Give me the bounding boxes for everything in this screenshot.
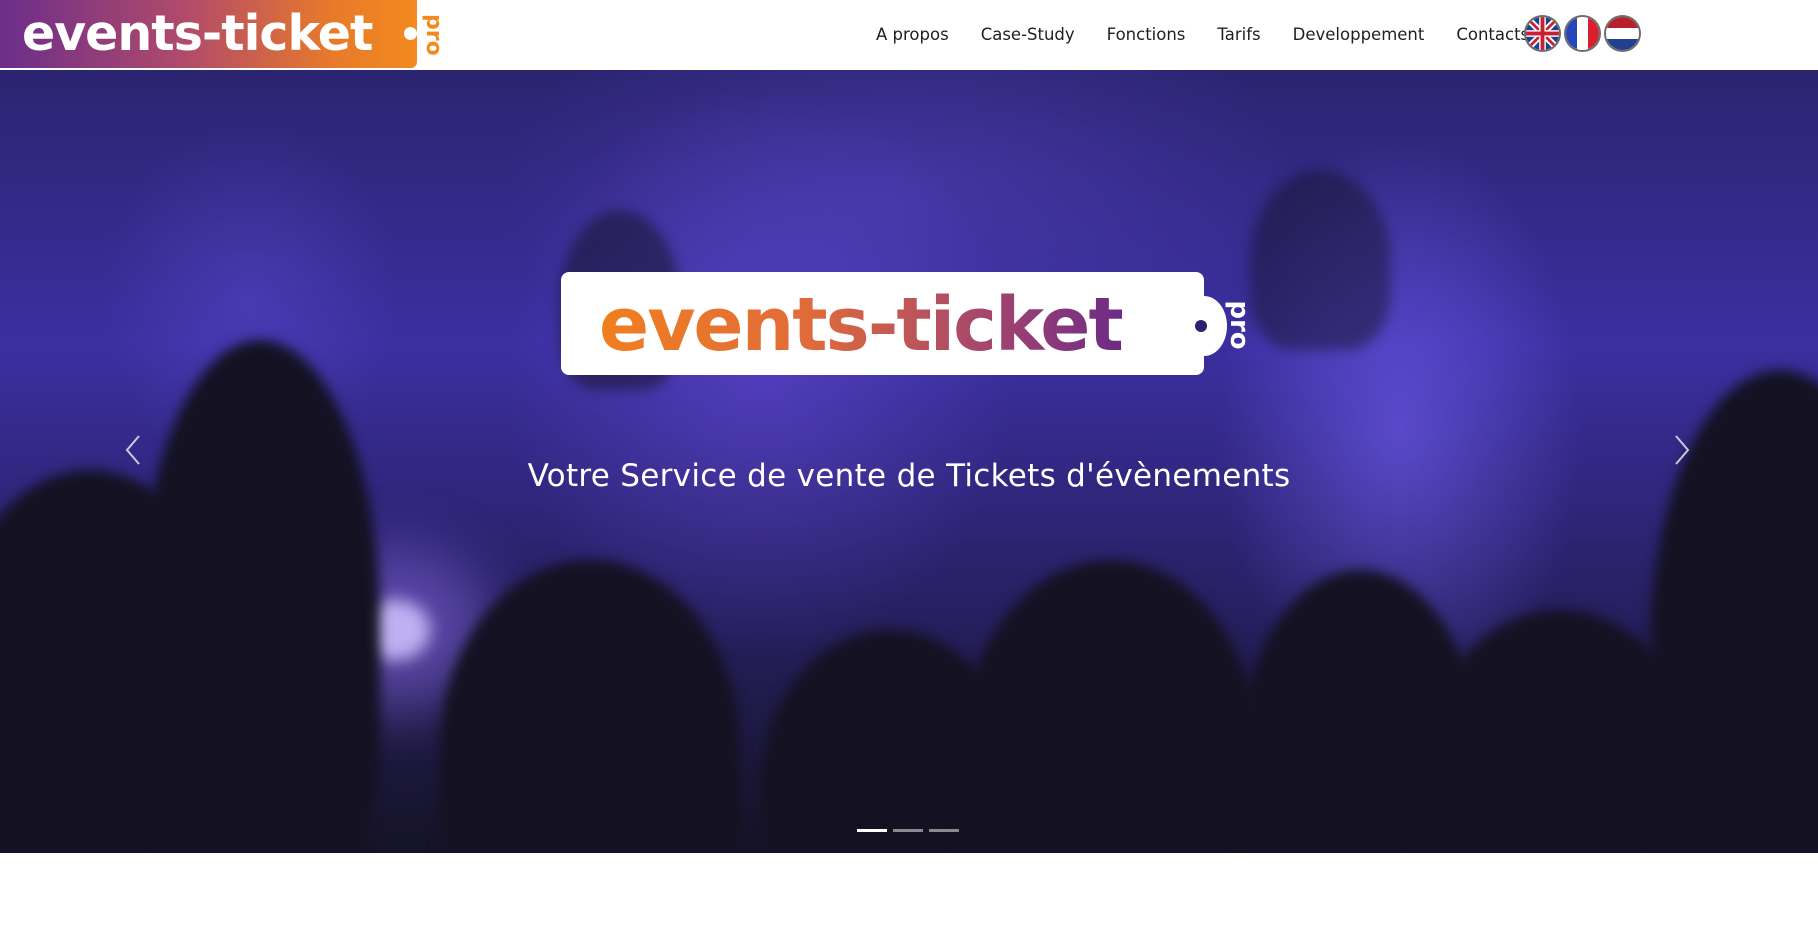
crowd-silhouette <box>1250 170 1390 350</box>
carousel-indicator-1[interactable] <box>857 829 887 832</box>
nav-item-tarifs[interactable]: Tarifs <box>1201 25 1276 44</box>
uk-flag-icon[interactable] <box>1526 17 1559 50</box>
hero-tagline: Votre Service de vente de Tickets d'évèn… <box>527 458 1291 494</box>
header-logo[interactable]: events-ticket <box>0 0 417 68</box>
main-nav: A propos Case-Study Fonctions Tarifs Dev… <box>860 0 1545 68</box>
crowd-silhouette <box>960 560 1260 853</box>
nav-item-fonctions[interactable]: Fonctions <box>1091 25 1202 44</box>
netherlands-flag-icon[interactable] <box>1606 17 1639 50</box>
france-flag-icon[interactable] <box>1566 17 1599 50</box>
header-logo-suffix: pro <box>421 14 446 56</box>
language-switcher <box>1526 17 1639 50</box>
header-logo-text: events-ticket <box>22 5 373 62</box>
hero-logo-text: events-ticket <box>599 282 1124 368</box>
carousel-indicator-3[interactable] <box>929 829 959 832</box>
carousel-indicator-2[interactable] <box>893 829 923 832</box>
hero-logo-suffix: pro <box>1224 300 1254 350</box>
chevron-left-icon[interactable] <box>119 430 149 470</box>
hero-carousel: events-ticket pro Votre Service de vente… <box>0 70 1818 853</box>
site-header: events-ticket pro A propos Case-Study Fo… <box>0 0 1818 70</box>
crowd-silhouette <box>140 340 380 853</box>
nav-item-developpement[interactable]: Developpement <box>1277 25 1441 44</box>
hero-logo: events-ticket <box>561 272 1204 375</box>
nav-item-case-study[interactable]: Case-Study <box>965 25 1091 44</box>
carousel-indicators <box>857 829 959 832</box>
nav-item-a-propos[interactable]: A propos <box>860 25 965 44</box>
hero-logo-dot <box>1195 320 1207 332</box>
chevron-right-icon[interactable] <box>1666 430 1696 470</box>
